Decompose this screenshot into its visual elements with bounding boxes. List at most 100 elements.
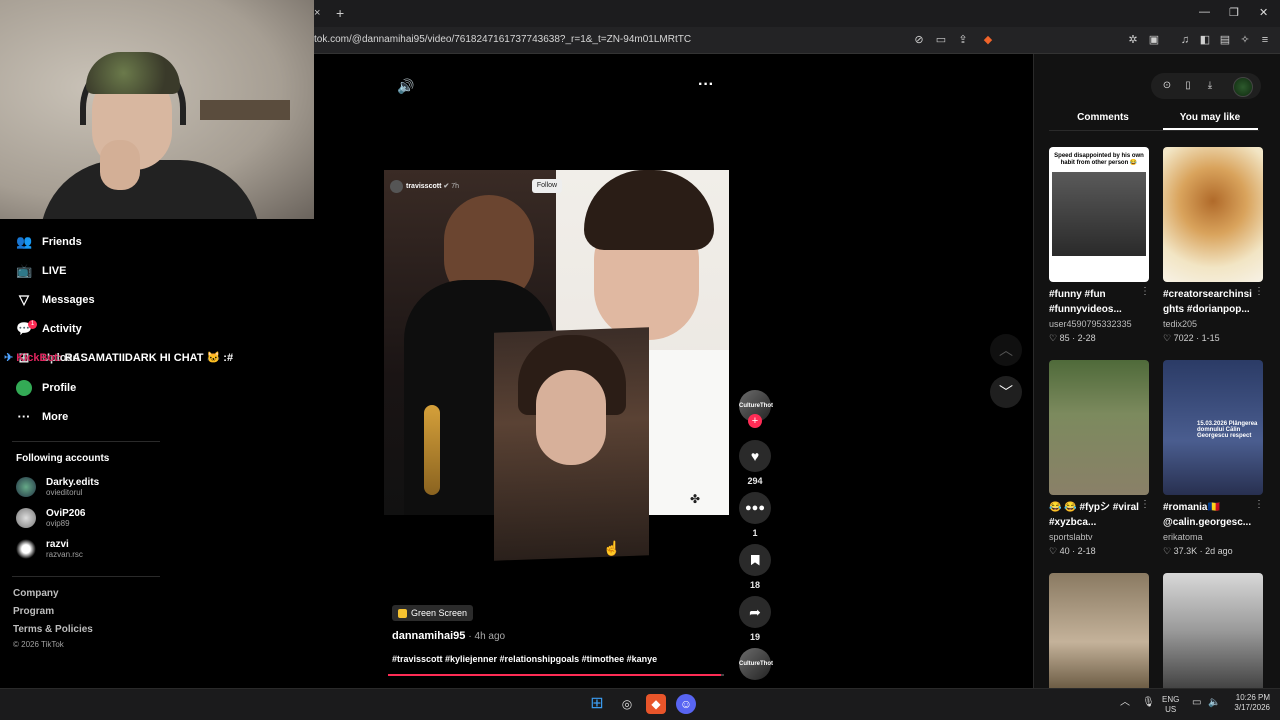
effect-chip[interactable]: Green Screen (392, 605, 474, 621)
footer-company-link[interactable]: Company (13, 588, 59, 599)
hashtags[interactable]: #travisscott #kyliejenner #relationshipg… (392, 654, 657, 664)
microphone-icon[interactable]: 🎙 (1142, 698, 1155, 708)
more-options-icon[interactable]: ··· (698, 76, 714, 94)
following-section-title: Following accounts (16, 453, 110, 464)
save-button[interactable] (739, 544, 771, 576)
like-button[interactable]: ♥ (739, 440, 771, 472)
account-handle: razvan.rsc (46, 550, 83, 559)
app-icon[interactable]: ◎ (617, 694, 637, 714)
volume-icon[interactable]: 🔊 (397, 78, 414, 95)
sidebar-item-profile[interactable]: Profile (16, 378, 76, 398)
pin-icon: ✈ (4, 352, 14, 364)
download-icon[interactable]: ⤓ (1203, 79, 1217, 93)
more-options-icon[interactable]: ⋮ (1140, 286, 1150, 297)
maximize-button[interactable]: ❐ (1229, 6, 1239, 19)
close-window-button[interactable]: ✕ (1259, 6, 1268, 19)
recommended-thumb[interactable] (1163, 573, 1263, 688)
account-name: Darky.edits (46, 477, 100, 488)
discord-icon[interactable]: ☺ (676, 694, 696, 714)
thumb-title[interactable]: #romania🇷🇴 @calin.georgesc... (1163, 500, 1253, 530)
volume-tray-icon[interactable]: 🔈 (1208, 698, 1220, 708)
comment-button[interactable]: ●●● (739, 492, 771, 524)
thumb-user[interactable]: sportslabtv (1049, 532, 1093, 542)
save-count: 18 (749, 580, 760, 590)
follow-plus-button[interactable]: + (748, 414, 762, 428)
thumb-title[interactable]: #creatorsearchinsi ghts #dorianpop... (1163, 287, 1253, 317)
avatar (16, 477, 36, 497)
like-count: 294 (747, 476, 763, 486)
user-avatar[interactable] (1233, 77, 1253, 97)
leo-icon[interactable]: ✧ (1238, 33, 1252, 47)
tab-comments[interactable]: Comments (1053, 112, 1153, 123)
sidebar-item-more[interactable]: ··· More (16, 407, 69, 427)
sidebar-item-live[interactable]: 📺 LIVE (16, 261, 66, 281)
thumb-user[interactable]: tedix205 (1163, 319, 1197, 329)
webcam-cap (86, 52, 180, 94)
divider (12, 576, 160, 577)
recommended-thumb[interactable] (1163, 147, 1263, 282)
url-field[interactable]: tok.com/@dannamihai95/video/761824716173… (314, 34, 691, 45)
following-account[interactable]: razvi razvan.rsc (16, 536, 83, 562)
menu-icon[interactable]: ≡ (1258, 33, 1272, 47)
thumb-image (1052, 172, 1146, 256)
recommended-thumb[interactable]: Speed disappointed by his own habit from… (1049, 147, 1149, 282)
language-indicator[interactable]: ENG US (1162, 695, 1179, 715)
sidebar-item-friends[interactable]: 👥 Friends (16, 232, 82, 252)
previous-video-button[interactable]: ︿ (990, 334, 1022, 366)
brave-shield-icon[interactable]: ◆ (981, 33, 995, 47)
account-handle: ovieditorul (46, 488, 83, 497)
following-account[interactable]: OviP206 ovip89 (16, 505, 85, 531)
tab-divider (1049, 130, 1259, 131)
thumb-user[interactable]: erikatoma (1163, 532, 1203, 542)
sidebar-icon[interactable]: ◧ (1198, 33, 1212, 47)
network-icon[interactable]: ▭ (1192, 698, 1201, 708)
author-name[interactable]: dannamihai95 (392, 630, 465, 642)
stream-chat-overlay: ✈ KickBot: RASAMATIIDARK HI CHAT 🐱 :# (4, 351, 233, 364)
recommended-thumb[interactable]: 15.03.2026 Plângerea domnului Călin Geor… (1163, 360, 1263, 495)
chevron-down-icon: ﹀ (999, 384, 1013, 400)
media-icon[interactable]: ♫ (1178, 33, 1192, 47)
music-disc[interactable]: CultureThot (739, 648, 773, 680)
windows-start-icon[interactable]: ⊞ (587, 694, 607, 714)
comment-count: 1 (752, 528, 758, 538)
sidebar-item-label: Friends (42, 236, 82, 248)
recommended-thumb[interactable] (1049, 360, 1149, 495)
no-tracking-icon[interactable]: ⊘ (912, 33, 926, 47)
chevron-up-icon: ︿ (999, 342, 1013, 358)
share-page-icon[interactable]: ⇪ (956, 33, 970, 47)
recommended-thumb[interactable] (1049, 573, 1149, 688)
tab-you-may-like[interactable]: You may like (1160, 112, 1260, 123)
screen-icon[interactable]: ▭ (934, 33, 948, 47)
sidebar-item-activity[interactable]: 💬 Activity (16, 319, 82, 339)
extensions-icon[interactable]: ✲ (1126, 33, 1140, 47)
minimize-button[interactable]: — (1199, 6, 1210, 18)
thumb-title[interactable]: 😂 😂 #fypシ #viral #xyzbca... (1049, 500, 1139, 530)
tabs-icon[interactable]: ▤ (1218, 33, 1232, 47)
account-handle: ovip89 (46, 519, 70, 528)
share-button[interactable]: ➦ (739, 596, 771, 628)
brave-browser-icon[interactable]: ◆ (646, 694, 666, 714)
new-tab-button[interactable]: + (336, 5, 344, 21)
sidebar-item-messages[interactable]: ▽ Messages (16, 290, 95, 310)
inner-avatar (390, 180, 403, 193)
share-icon: ➦ (749, 603, 761, 620)
thumb-user[interactable]: user4590795332335 (1049, 319, 1132, 329)
thumb-title[interactable]: #funny #fun #funnyvideos... (1049, 287, 1139, 317)
more-options-icon[interactable]: ⋮ (1254, 286, 1264, 297)
following-account[interactable]: Darky.edits ovieditorul (16, 474, 99, 500)
hand-cursor-icon: ☝ (603, 540, 621, 556)
footer-terms-link[interactable]: Terms & Policies (13, 624, 93, 635)
messages-icon: ▽ (19, 292, 29, 307)
footer-program-link[interactable]: Program (13, 606, 54, 617)
more-icon: ··· (17, 409, 31, 424)
next-video-button[interactable]: ﹀ (990, 376, 1022, 408)
more-options-icon[interactable]: ⋮ (1140, 499, 1150, 510)
compass-icon[interactable]: ⊙ (1160, 79, 1174, 93)
tab-close-icon[interactable]: × (314, 7, 320, 19)
wallet-icon[interactable]: ▣ (1147, 33, 1161, 47)
more-options-icon[interactable]: ⋮ (1254, 499, 1264, 510)
clock[interactable]: 10:26 PM 3/17/2026 (1226, 693, 1270, 713)
tray-chevron-icon[interactable]: ︿ (1120, 698, 1130, 708)
copyright: © 2026 TikTok (13, 640, 64, 649)
mobile-icon[interactable]: ▯ (1181, 79, 1195, 93)
